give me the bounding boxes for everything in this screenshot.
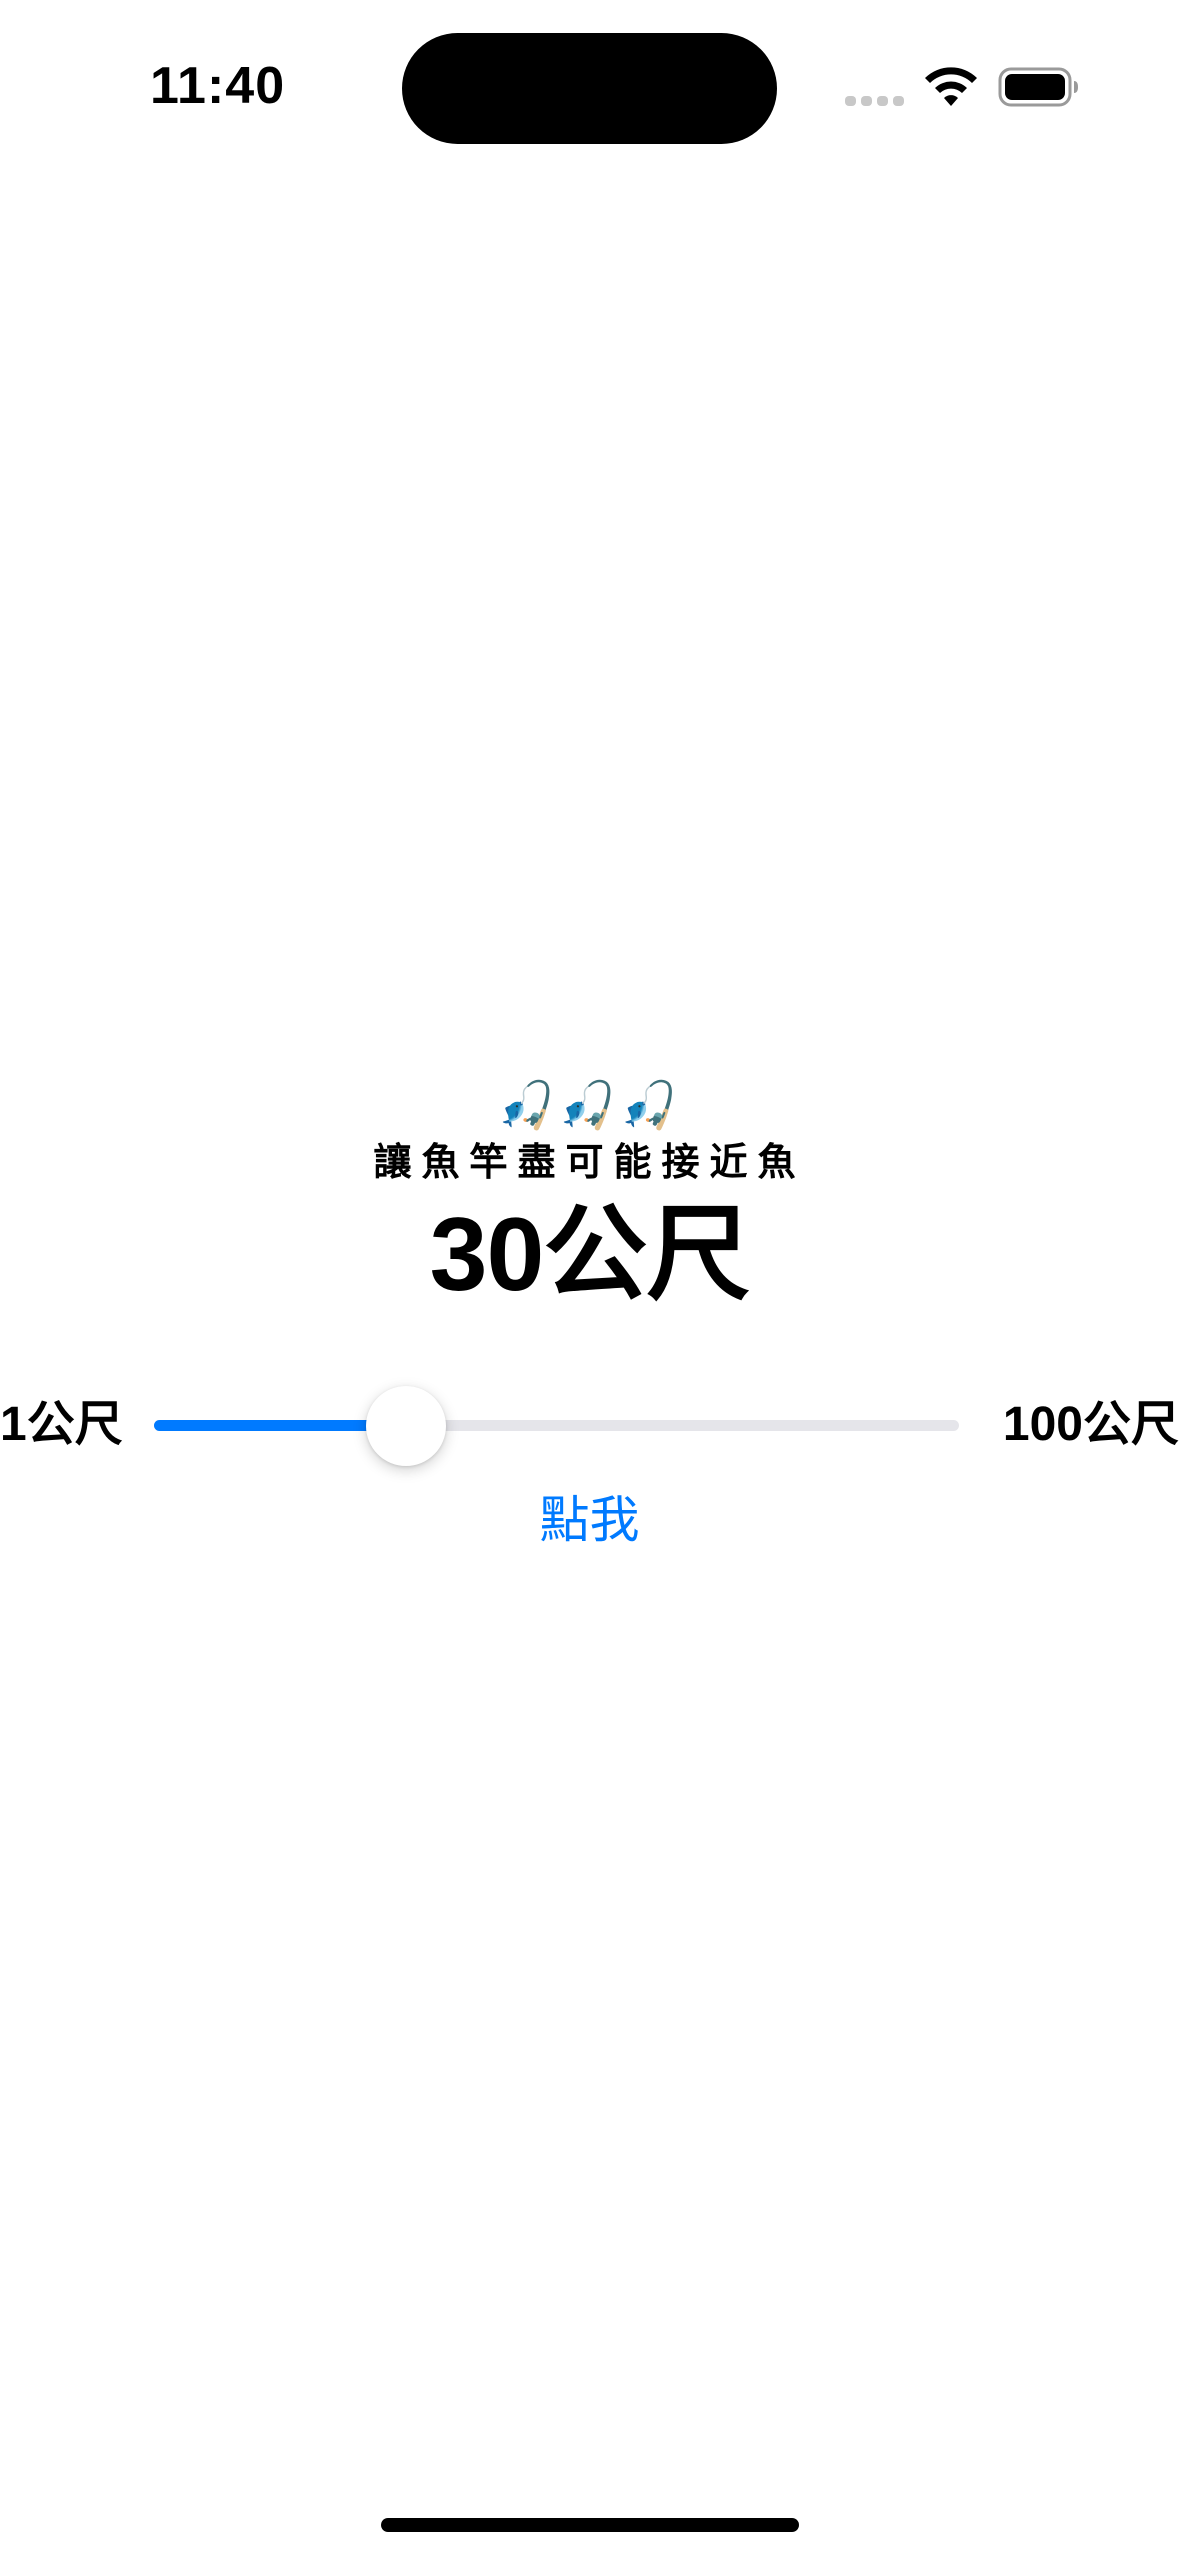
distance-slider-row: 1公尺 100公尺: [0, 1386, 1179, 1466]
instruction-text: 讓魚竿盡可能接近魚: [373, 1142, 806, 1184]
dynamic-island: [402, 33, 777, 144]
distance-value: 30公尺: [429, 1197, 751, 1313]
cellular-signal-icon: [845, 96, 904, 106]
slider-max-label: 100公尺: [1002, 1398, 1179, 1451]
tap-me-button-label[interactable]: 點我: [524, 1492, 656, 1548]
status-time: 11:40: [150, 57, 286, 115]
slider-min-label: 1公尺: [0, 1398, 123, 1451]
slider-thumb[interactable]: [366, 1386, 447, 1466]
tap-me-button[interactable]: 點我: [0, 1485, 1179, 1555]
fishing-emoji-row: 🎣🎣🎣: [497, 1078, 682, 1132]
home-indicator[interactable]: [381, 2518, 799, 2532]
battery-icon: [998, 67, 1078, 107]
wifi-icon: [925, 67, 977, 106]
distance-slider[interactable]: [154, 1386, 959, 1466]
status-bar: 11:40: [0, 0, 1179, 150]
